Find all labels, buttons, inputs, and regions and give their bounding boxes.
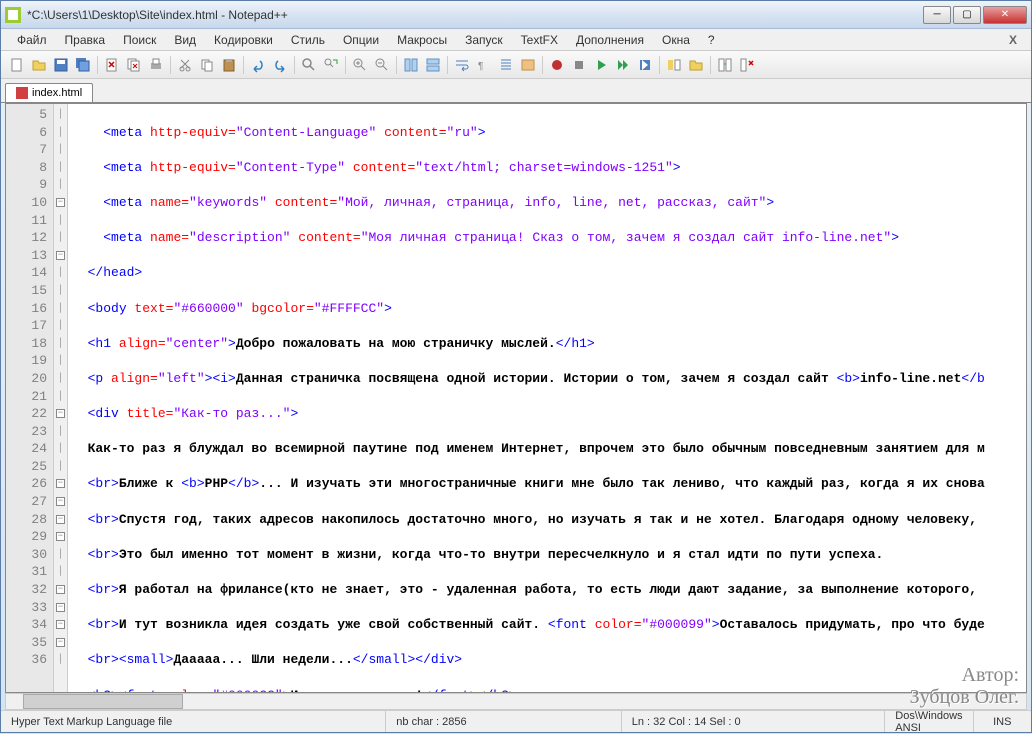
paste-button[interactable] xyxy=(219,55,239,75)
record-macro-button[interactable] xyxy=(547,55,567,75)
file-modified-icon xyxy=(16,87,28,99)
status-insert-mode[interactable]: INS xyxy=(974,711,1031,732)
fold-icon[interactable]: − xyxy=(56,620,65,629)
statusbar: Hyper Text Markup Language file nb char … xyxy=(1,710,1031,732)
sync-h-button[interactable] xyxy=(423,55,443,75)
menu-search[interactable]: Поиск xyxy=(115,31,164,49)
zoom-in-button[interactable] xyxy=(350,55,370,75)
menubar: Файл Правка Поиск Вид Кодировки Стиль Оп… xyxy=(1,29,1031,51)
menu-style[interactable]: Стиль xyxy=(283,31,333,49)
fold-icon[interactable]: − xyxy=(56,409,65,418)
menu-options[interactable]: Опции xyxy=(335,31,387,49)
fold-icon[interactable]: − xyxy=(56,603,65,612)
menu-edit[interactable]: Правка xyxy=(57,31,114,49)
save-button[interactable] xyxy=(51,55,71,75)
code-area[interactable]: <meta http-equiv="Content-Language" cont… xyxy=(68,104,1026,692)
play-multi-button[interactable] xyxy=(613,55,633,75)
horizontal-scrollbar[interactable] xyxy=(5,693,1027,710)
print-button[interactable] xyxy=(146,55,166,75)
fold-icon[interactable]: − xyxy=(56,532,65,541)
redo-button[interactable] xyxy=(270,55,290,75)
fold-icon[interactable]: − xyxy=(56,198,65,207)
find-button[interactable] xyxy=(299,55,319,75)
menubar-close-icon[interactable]: X xyxy=(1003,33,1023,47)
close-all-button[interactable] xyxy=(124,55,144,75)
minimize-button[interactable]: ─ xyxy=(923,6,951,24)
tab-label: index.html xyxy=(32,87,82,99)
stop-macro-button[interactable] xyxy=(569,55,589,75)
light-explorer-button[interactable] xyxy=(664,55,684,75)
fold-gutter[interactable]: │││││ − ││ − ││││││││ − │││ − − − − ││ −… xyxy=(54,104,68,692)
replace-button[interactable] xyxy=(321,55,341,75)
scrollbar-thumb[interactable] xyxy=(23,694,183,709)
svg-text:¶: ¶ xyxy=(478,61,483,72)
copy-button[interactable] xyxy=(197,55,217,75)
titlebar[interactable]: *C:\Users\1\Desktop\Site\index.html - No… xyxy=(1,1,1031,29)
indent-guide-button[interactable] xyxy=(496,55,516,75)
status-chars: nb char : 2856 xyxy=(386,711,621,732)
status-eol-encoding: Dos\Windows ANSI xyxy=(885,711,973,732)
menu-run[interactable]: Запуск xyxy=(457,31,511,49)
fold-icon[interactable]: − xyxy=(56,585,65,594)
fold-icon[interactable]: − xyxy=(56,251,65,260)
all-chars-button[interactable]: ¶ xyxy=(474,55,494,75)
menu-encoding[interactable]: Кодировки xyxy=(206,31,281,49)
maximize-button[interactable]: ▢ xyxy=(953,6,981,24)
wrap-button[interactable] xyxy=(452,55,472,75)
app-window: *C:\Users\1\Desktop\Site\index.html - No… xyxy=(0,0,1032,733)
play-macro-button[interactable] xyxy=(591,55,611,75)
close-file-button[interactable] xyxy=(102,55,122,75)
app-icon xyxy=(5,7,21,23)
cut-button[interactable] xyxy=(175,55,195,75)
menu-view[interactable]: Вид xyxy=(166,31,204,49)
compare-button[interactable] xyxy=(715,55,735,75)
menu-window[interactable]: Окна xyxy=(654,31,698,49)
save-all-button[interactable] xyxy=(73,55,93,75)
zoom-out-button[interactable] xyxy=(372,55,392,75)
fold-icon[interactable]: − xyxy=(56,638,65,647)
menu-plugins[interactable]: Дополнения xyxy=(568,31,652,49)
line-number-gutter[interactable]: 5678910111213141516171819202122232425262… xyxy=(6,104,54,692)
window-title: *C:\Users\1\Desktop\Site\index.html - No… xyxy=(27,8,923,22)
user-lang-button[interactable] xyxy=(518,55,538,75)
fold-icon[interactable]: − xyxy=(56,515,65,524)
favorites-button[interactable] xyxy=(686,55,706,75)
menu-file[interactable]: Файл xyxy=(9,31,55,49)
open-file-button[interactable] xyxy=(29,55,49,75)
editor: 5678910111213141516171819202122232425262… xyxy=(5,103,1027,693)
clear-results-button[interactable] xyxy=(737,55,757,75)
close-button[interactable]: ✕ xyxy=(983,6,1027,24)
tab-index-html[interactable]: index.html xyxy=(5,83,93,102)
status-position: Ln : 32 Col : 14 Sel : 0 xyxy=(622,711,886,732)
toolbar: ¶ xyxy=(1,51,1031,79)
menu-textfx[interactable]: TextFX xyxy=(513,31,566,49)
undo-button[interactable] xyxy=(248,55,268,75)
sync-v-button[interactable] xyxy=(401,55,421,75)
menu-help[interactable]: ? xyxy=(700,31,723,49)
fold-icon[interactable]: − xyxy=(56,497,65,506)
tab-bar: index.html xyxy=(1,79,1031,103)
status-filetype: Hyper Text Markup Language file xyxy=(1,711,386,732)
menu-macros[interactable]: Макросы xyxy=(389,31,455,49)
fold-icon[interactable]: − xyxy=(56,479,65,488)
new-file-button[interactable] xyxy=(7,55,27,75)
save-macro-button[interactable] xyxy=(635,55,655,75)
